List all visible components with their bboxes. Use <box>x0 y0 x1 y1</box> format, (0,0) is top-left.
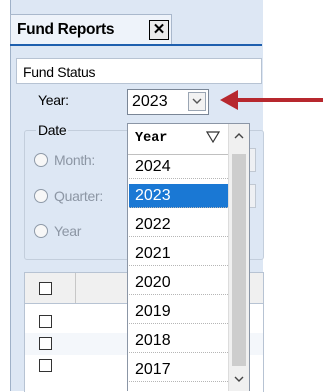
red-arrow-icon <box>220 90 323 110</box>
